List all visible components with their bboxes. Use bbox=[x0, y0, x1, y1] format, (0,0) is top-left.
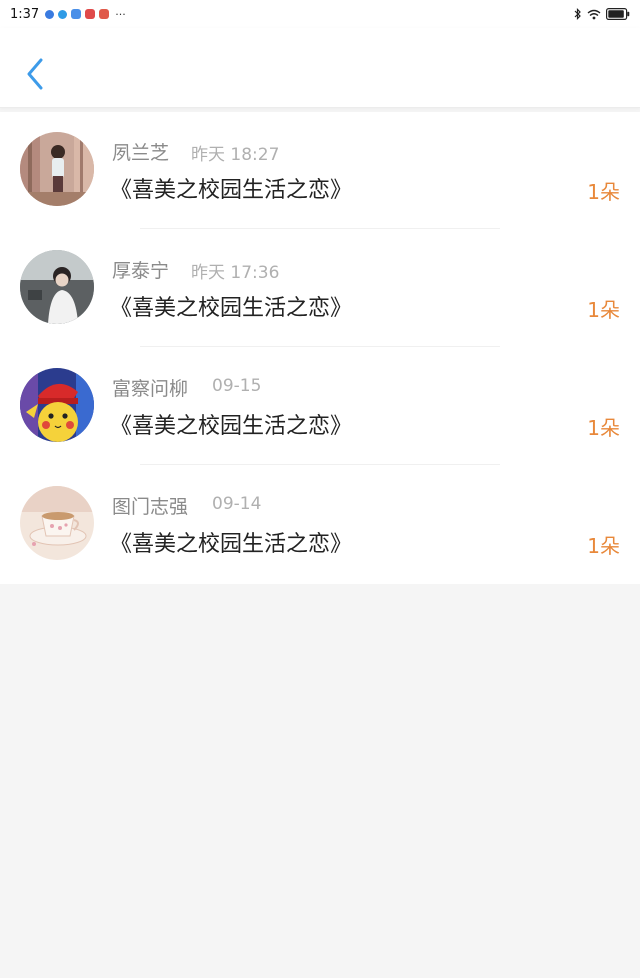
avatar[interactable] bbox=[20, 486, 94, 560]
book-title: 《喜美之校园生活之恋》 bbox=[110, 178, 353, 203]
avatar[interactable] bbox=[20, 368, 94, 442]
app-notification-icon bbox=[85, 9, 96, 19]
status-bar: 1:37 ··· bbox=[0, 0, 640, 28]
send-time: 09-14 bbox=[212, 494, 262, 514]
sender-name: 厚泰宁 bbox=[112, 260, 170, 282]
wifi-icon bbox=[587, 9, 601, 19]
more-notifications-icon: ··· bbox=[115, 7, 126, 21]
chevron-left-icon bbox=[27, 58, 43, 90]
status-app-icons: ··· bbox=[45, 8, 126, 21]
flower-count: 1朵 bbox=[587, 416, 620, 440]
list-item[interactable]: 图门志强 09-14 《喜美之校园生活之恋》 1朵 bbox=[0, 466, 640, 584]
sender-name: 图门志强 bbox=[112, 496, 189, 518]
app-notification-icon bbox=[99, 9, 110, 19]
girl-avatar-image bbox=[20, 132, 94, 206]
flower-count: 1朵 bbox=[587, 298, 620, 322]
divider bbox=[140, 228, 500, 229]
sender-name: 富察问柳 bbox=[112, 378, 189, 400]
app-notification-icon bbox=[45, 9, 55, 19]
book-title: 《喜美之校园生活之恋》 bbox=[110, 414, 353, 439]
list-item[interactable]: 富察问柳 09-15 《喜美之校园生活之恋》 1朵 bbox=[0, 348, 640, 466]
pikachu-avatar-image bbox=[20, 368, 94, 442]
avatar[interactable] bbox=[20, 250, 94, 324]
send-time: 09-15 bbox=[212, 376, 262, 396]
avatar[interactable] bbox=[20, 132, 94, 206]
list-item[interactable]: 夙兰芝 昨天 18:27 《喜美之校园生活之恋》 1朵 bbox=[0, 112, 640, 230]
book-title: 《喜美之校园生活之恋》 bbox=[110, 532, 353, 557]
flower-count: 1朵 bbox=[587, 534, 620, 558]
list-item[interactable]: 厚泰宁 昨天 17:36 《喜美之校园生活之恋》 1朵 bbox=[0, 230, 640, 348]
divider bbox=[140, 346, 500, 347]
bluetooth-icon bbox=[574, 8, 581, 20]
app-notification-icon bbox=[71, 9, 82, 19]
header bbox=[0, 28, 640, 108]
book-title: 《喜美之校园生活之恋》 bbox=[110, 296, 353, 321]
teacup-avatar-image bbox=[20, 486, 94, 560]
boy-avatar-image bbox=[20, 250, 94, 324]
flower-count: 1朵 bbox=[587, 180, 620, 204]
status-right bbox=[574, 8, 630, 20]
sender-name: 夙兰芝 bbox=[112, 142, 170, 164]
send-time: 昨天 17:36 bbox=[191, 263, 280, 283]
app-notification-icon bbox=[58, 9, 68, 19]
battery-icon bbox=[606, 8, 630, 20]
status-time: 1:37 bbox=[10, 6, 40, 22]
send-time: 昨天 18:27 bbox=[191, 145, 280, 165]
back-button[interactable] bbox=[18, 54, 52, 94]
gift-record-list: 夙兰芝 昨天 18:27 《喜美之校园生活之恋》 1朵 厚泰宁 昨天 17:36… bbox=[0, 112, 640, 584]
divider bbox=[140, 464, 500, 465]
